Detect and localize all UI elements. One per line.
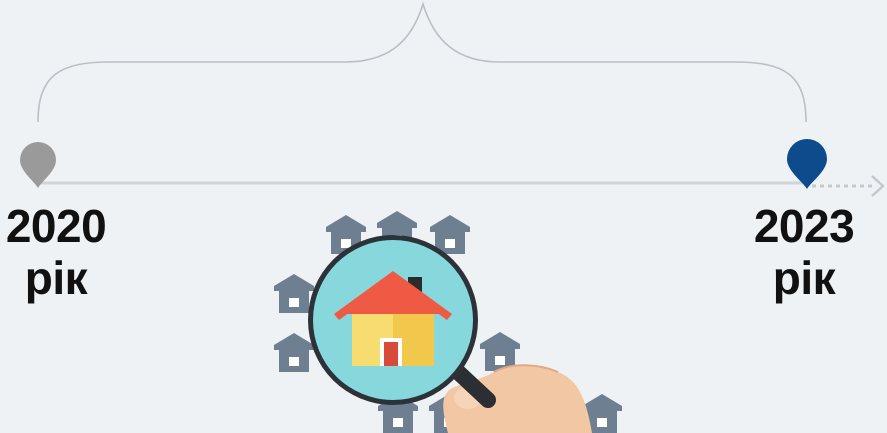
small-house-icon: [274, 274, 314, 313]
end-year-unit: рік: [772, 252, 836, 304]
start-pin-icon: [20, 142, 56, 188]
end-year: 2023: [753, 200, 855, 252]
timeline-arrow-icon: [871, 175, 885, 197]
end-year-label: 2023 рік: [729, 200, 879, 304]
magnifier-icon: [308, 235, 496, 408]
start-year-unit: рік: [24, 252, 88, 304]
start-year: 2020: [5, 200, 107, 252]
period-brace: [37, 1, 807, 123]
small-house-icon: [274, 333, 314, 372]
start-year-label: 2020 рік: [0, 200, 131, 304]
